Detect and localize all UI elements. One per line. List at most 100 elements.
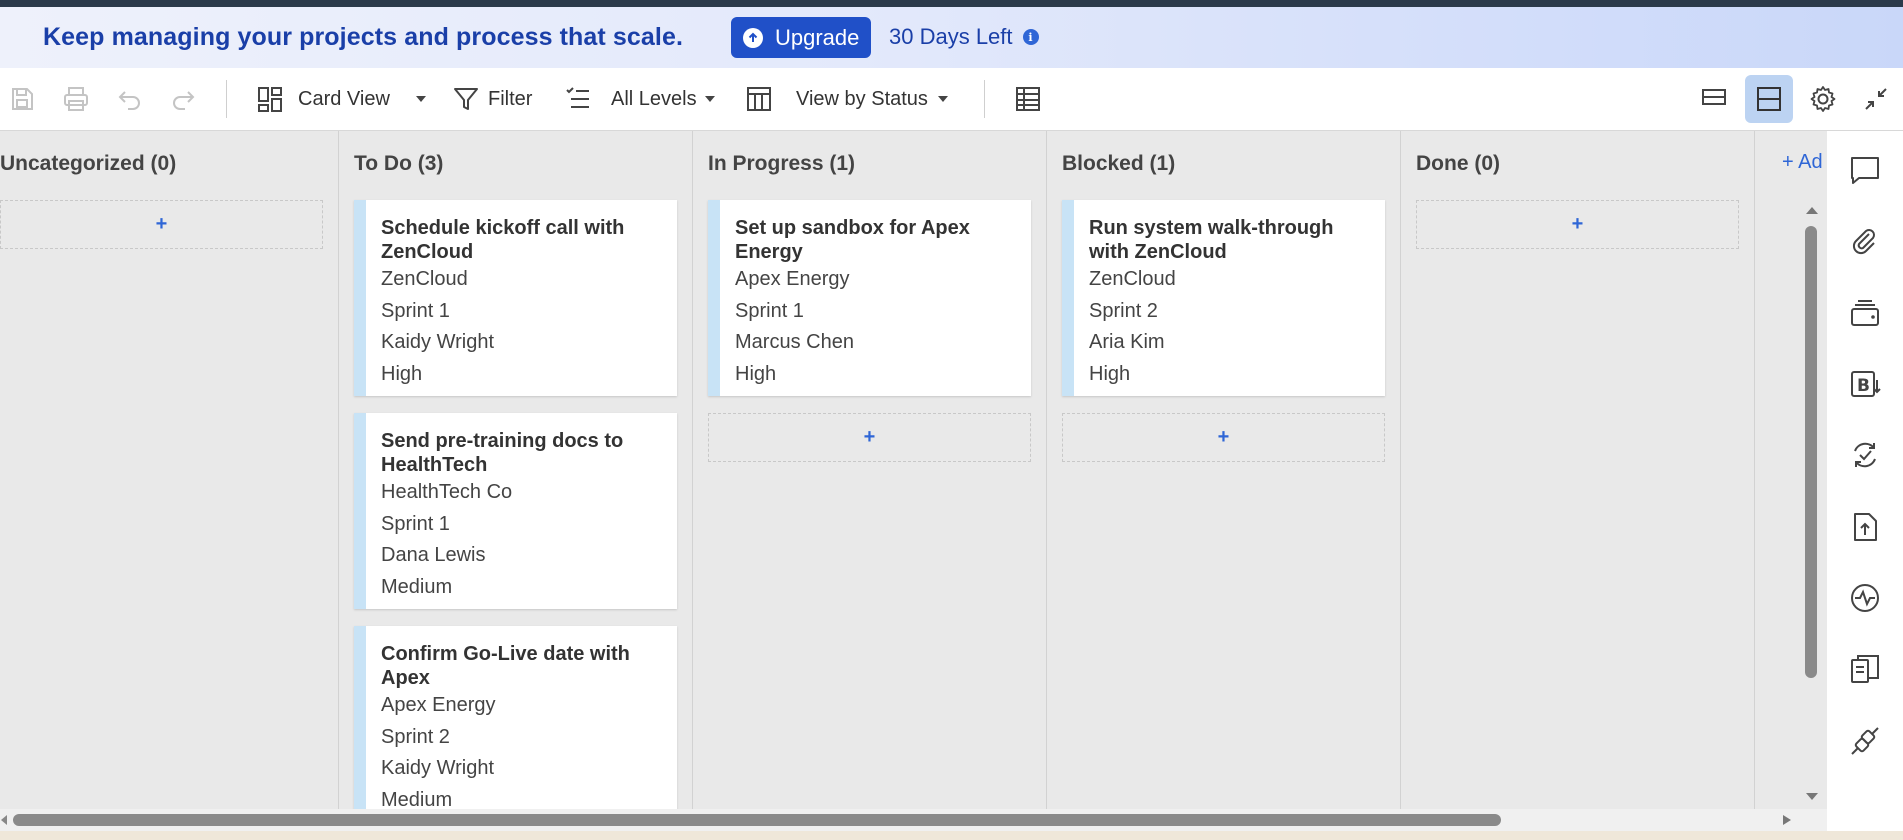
column-todo: To Do (3) Schedule kickoff call with Zen… [339, 131, 693, 809]
collapse-icon[interactable] [1862, 85, 1890, 113]
vertical-scrollbar[interactable] [1800, 131, 1827, 809]
vertical-scroll-thumb[interactable] [1805, 226, 1817, 678]
card-sprint: Sprint 1 [381, 300, 450, 322]
upgrade-label: Upgrade [775, 24, 860, 50]
task-card[interactable]: Schedule kickoff call with ZenCloud ZenC… [354, 200, 677, 396]
chevron-down-icon [704, 96, 715, 102]
activity-icon[interactable] [1848, 581, 1882, 615]
horizontal-scrollbar[interactable] [0, 809, 1827, 831]
card-priority: Medium [381, 576, 453, 598]
upgrade-banner: Keep managing your projects and process … [0, 7, 1903, 68]
trial-days-left: 30 Days Left i [889, 24, 1039, 50]
column-title: In Progress (1) [708, 152, 856, 175]
filter-button[interactable]: Filter [452, 85, 532, 113]
card-sprint: Sprint 2 [381, 726, 450, 748]
filter-icon [454, 88, 478, 110]
column-title: Done (0) [1416, 152, 1500, 175]
window-top-strip [0, 0, 1903, 7]
card-view-dropdown[interactable]: Card View [256, 85, 426, 113]
card-view-label: Card View [298, 87, 390, 110]
card-company: ZenCloud [1089, 268, 1176, 290]
card-title: Run system walk-through with ZenCloud [1089, 217, 1334, 263]
column-title: Blocked (1) [1062, 152, 1176, 175]
column-in-progress: In Progress (1) Set up sandbox for Apex … [693, 131, 1047, 809]
file-upload-icon[interactable] [1848, 510, 1882, 544]
card-company: HealthTech Co [381, 481, 513, 503]
task-card[interactable]: Set up sandbox for Apex Energy Apex Ener… [708, 200, 1031, 396]
card-title: Send pre-training docs to HealthTech [381, 430, 624, 476]
view-by-label: View by Status [796, 87, 928, 110]
column-done: Done (0) + [1401, 131, 1755, 809]
card-assignee: Dana Lewis [381, 544, 486, 566]
kanban-board: Uncategorized (0) + To Do (3) Schedule k… [0, 131, 1827, 809]
filter-label: Filter [488, 87, 533, 110]
task-card[interactable]: Run system walk-through with ZenCloud Ze… [1062, 200, 1385, 396]
task-card[interactable]: Send pre-training docs to HealthTech Hea… [354, 413, 677, 609]
scroll-left-arrow-icon [1, 815, 7, 825]
card-priority: High [1089, 363, 1131, 385]
layers-icon[interactable] [1848, 296, 1882, 330]
info-icon[interactable]: i [1022, 29, 1039, 45]
scroll-right-arrow-icon [1783, 815, 1791, 825]
scroll-down-arrow-icon [1806, 793, 1818, 800]
card-view-icon [258, 87, 282, 112]
card-title: Confirm Go-Live date with Apex [381, 643, 630, 689]
window-bottom-strip [0, 831, 1903, 840]
right-sidebar: B [1827, 131, 1903, 831]
comment-icon[interactable] [1848, 153, 1882, 187]
card-priority: High [381, 363, 423, 385]
chevron-down-icon [937, 96, 948, 102]
column-uncategorized: Uncategorized (0) + [0, 131, 339, 809]
column-blocked: Blocked (1) Run system walk-through with… [1047, 131, 1401, 809]
card-title: Schedule kickoff call with ZenCloud [381, 217, 625, 263]
expanded-row-icon [1757, 87, 1781, 111]
baseline-icon[interactable]: B [1848, 367, 1882, 401]
card-assignee: Aria Kim [1089, 331, 1165, 353]
card-assignee: Kaidy Wright [381, 757, 495, 779]
card-company: Apex Energy [735, 268, 850, 290]
levels-label: All Levels [611, 87, 697, 110]
add-card-button[interactable]: + [708, 413, 1031, 462]
banner-message: Keep managing your projects and process … [43, 23, 684, 51]
print-icon[interactable] [62, 86, 90, 112]
days-left-label: 30 Days Left [889, 24, 1013, 49]
view-by-dropdown[interactable]: View by Status [746, 85, 948, 113]
add-card-button[interactable]: + [1416, 200, 1739, 249]
column-title: Uncategorized (0) [0, 152, 177, 175]
compact-row-icon[interactable] [1700, 84, 1728, 112]
undo-icon[interactable] [116, 86, 144, 112]
attachment-icon[interactable] [1848, 225, 1882, 259]
column-title: To Do (3) [354, 152, 444, 175]
gear-icon[interactable] [1808, 84, 1838, 114]
task-card[interactable]: Confirm Go-Live date with Apex Apex Ener… [354, 626, 677, 809]
horizontal-scroll-thumb[interactable] [13, 814, 1501, 826]
sync-check-icon[interactable] [1848, 438, 1882, 472]
levels-dropdown[interactable]: All Levels [565, 85, 715, 113]
card-sprint: Sprint 2 [1089, 300, 1158, 322]
add-card-button[interactable]: + [0, 200, 323, 249]
integration-plug-icon[interactable] [1848, 724, 1882, 758]
card-assignee: Marcus Chen [735, 331, 854, 353]
toolbar-divider [226, 80, 227, 118]
save-icon[interactable] [9, 86, 35, 112]
toolbar-divider [984, 80, 985, 118]
redo-icon[interactable] [169, 86, 197, 112]
add-card-button[interactable]: + [1062, 413, 1385, 462]
arrow-up-icon [743, 27, 763, 48]
svg-text:B: B [1857, 376, 1870, 396]
card-priority: Medium [381, 789, 453, 809]
card-priority: High [735, 363, 777, 385]
chevron-down-icon [415, 96, 426, 102]
card-company: Apex Energy [381, 694, 496, 716]
toolbar: Card View Filter All Levels View by Stat… [0, 68, 1903, 131]
card-sprint: Sprint 1 [381, 513, 450, 535]
expanded-row-toggle[interactable] [1745, 75, 1793, 123]
upgrade-button[interactable]: Upgrade [731, 17, 871, 58]
list-levels-icon [566, 87, 589, 108]
spreadsheet-view-icon[interactable] [1014, 85, 1042, 113]
card-sprint: Sprint 1 [735, 300, 804, 322]
scroll-up-arrow-icon [1806, 207, 1818, 214]
card-title: Set up sandbox for Apex Energy [735, 217, 970, 263]
notes-icon[interactable] [1848, 652, 1882, 686]
card-assignee: Kaidy Wright [381, 331, 495, 353]
